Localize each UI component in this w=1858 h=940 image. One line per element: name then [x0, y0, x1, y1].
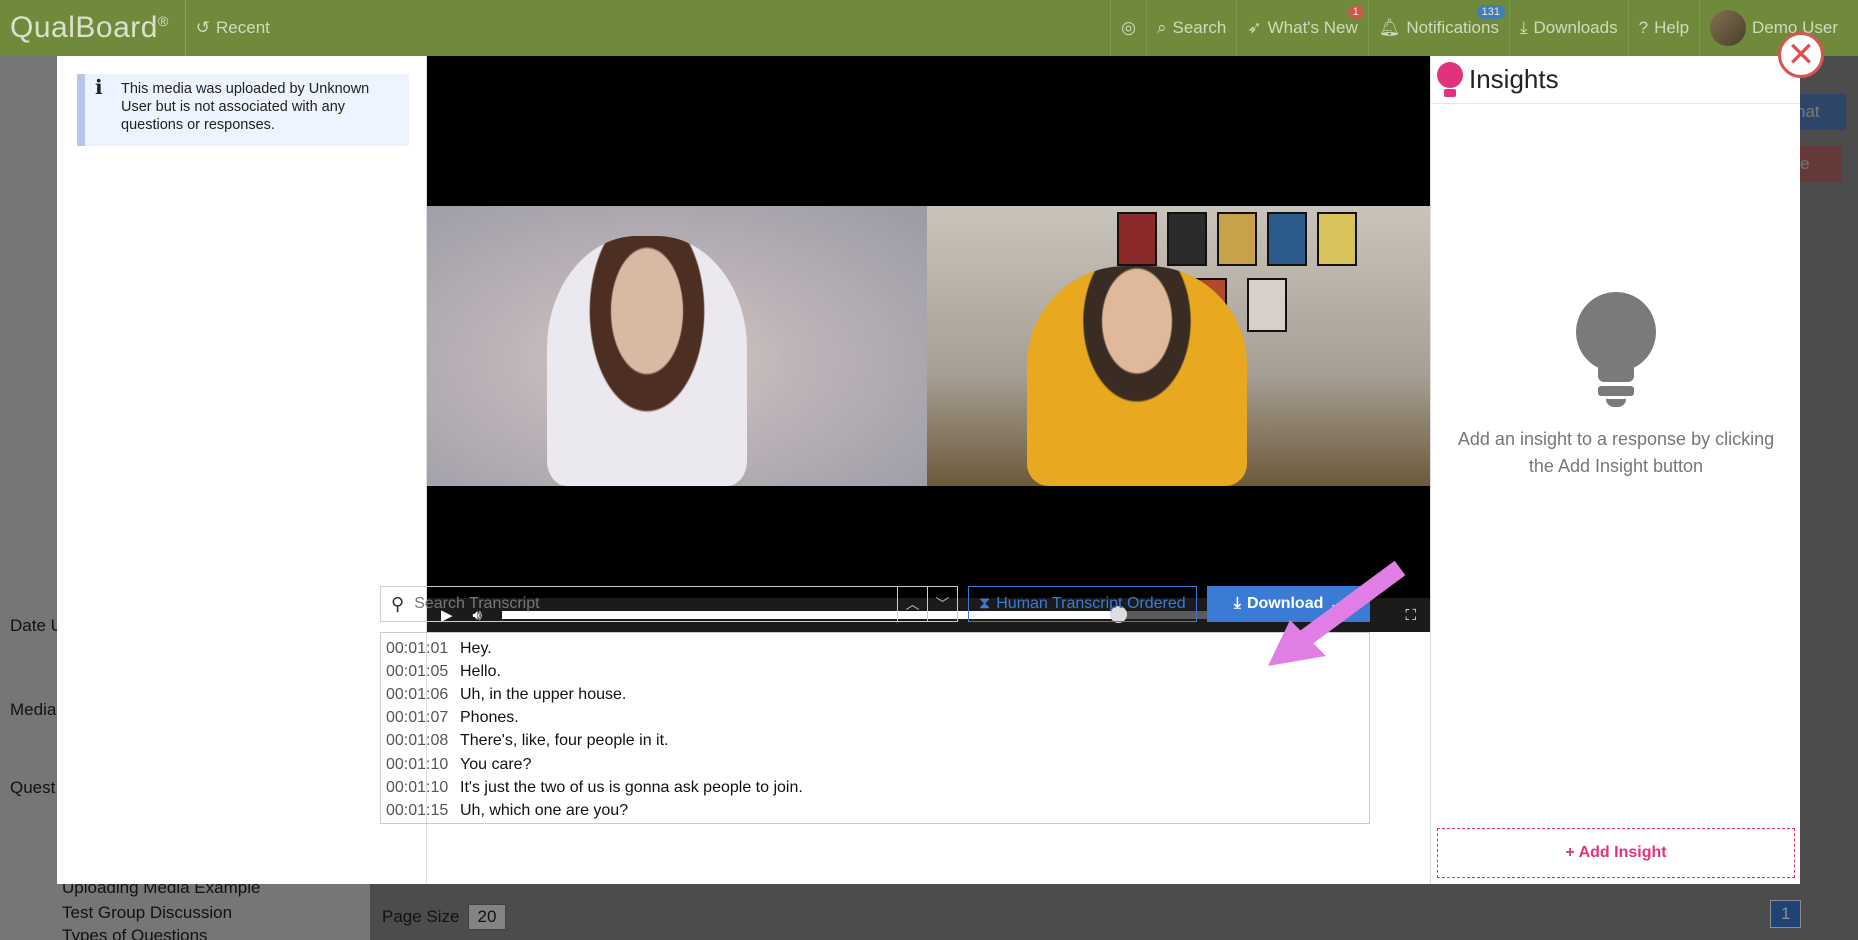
history-icon: ↺: [195, 18, 211, 37]
close-icon: ✕: [1786, 36, 1816, 74]
insights-empty-message: Add an insight to a response by clicking…: [1457, 429, 1775, 476]
transcript-row[interactable]: 00:01:07 Phones.: [386, 707, 1364, 730]
nav-downloads[interactable]: ⤓ Downloads: [1508, 0, 1628, 56]
top-navbar: QualBoard® ↺ Recent ◎ ⌕ Search ➶ What's New…: [0, 0, 1858, 56]
human-transcript-ordered-button[interactable]: ⧗ Human Transcript Ordered: [968, 586, 1197, 622]
transcript-row[interactable]: 00:01:15 Uh, which one are you?: [386, 799, 1364, 822]
nav-recent[interactable]: ↺ Recent: [184, 0, 280, 56]
lightbulb-icon: [1437, 61, 1463, 98]
video-participant-right: [927, 206, 1430, 486]
search-icon: ⚲: [391, 593, 405, 614]
hourglass-icon: ⧗: [979, 595, 991, 612]
transcript-row[interactable]: 00:01:05 Hello.: [386, 660, 1364, 683]
search-icon: ⌕: [1156, 18, 1167, 37]
lightbulb-icon: [1576, 292, 1656, 412]
transcript-row[interactable]: 00:01:01 Hey.: [386, 637, 1364, 660]
nav-search[interactable]: ⌕ Search: [1145, 0, 1236, 56]
annotation-arrow: [1268, 560, 1406, 666]
transcript-row[interactable]: 00:01:08 There's, like, four people in it…: [386, 730, 1364, 753]
transcript-row[interactable]: 00:01:10 It's just the two of us is gonna…: [386, 776, 1364, 799]
transcript-row[interactable]: 00:01:06 Uh, in the upper house.: [386, 683, 1364, 706]
help-icon: ?: [1638, 18, 1649, 37]
fingerprint-button[interactable]: ◎: [1110, 0, 1146, 56]
avatar: [1710, 10, 1747, 46]
transcript-toolbar: ⚲ Search Transcript ︿ ﹀ ⧗ Human Transcrip…: [380, 586, 1370, 622]
media-info-panel: ℹ This media was uploaded by Unknown Use…: [57, 56, 427, 884]
transcript-search: ⚲ Search Transcript ︿ ﹀: [380, 586, 958, 622]
add-insight-button[interactable]: + Add Insight: [1437, 828, 1795, 878]
video-player[interactable]: [427, 56, 1430, 632]
search-prev-button[interactable]: ︿: [897, 587, 927, 621]
transcript-row[interactable]: 00:01:10 You care?: [386, 753, 1364, 776]
video-participant-left: [427, 206, 927, 486]
insights-title: Insights: [1469, 64, 1559, 94]
transcript-search-input[interactable]: Search Transcript: [414, 595, 897, 613]
search-next-button[interactable]: ﹀: [927, 587, 957, 621]
nav-help[interactable]: ? Help: [1627, 0, 1699, 56]
rocket-icon: ➶: [1247, 18, 1262, 37]
info-icon: ℹ: [95, 75, 103, 99]
nav-whats-new[interactable]: ➶ What's New 1: [1236, 0, 1367, 56]
app-logo[interactable]: QualBoard®: [0, 11, 169, 45]
download-icon: ⤓: [1519, 18, 1528, 37]
nav-notifications[interactable]: 🔔︎ Notifications 131: [1367, 0, 1509, 56]
close-modal-button[interactable]: ✕: [1778, 32, 1824, 78]
insights-header: Insights: [1431, 56, 1800, 104]
bell-icon: 🔔︎: [1378, 18, 1401, 37]
fingerprint-icon: ◎: [1121, 18, 1136, 37]
whats-new-badge: 1: [1347, 5, 1364, 19]
media-notice: ℹ This media was uploaded by Unknown Use…: [77, 74, 409, 146]
transcript-list[interactable]: 00:01:01 Hey. 00:01:05 Hello. 00:01:06 Uh, …: [380, 632, 1370, 824]
download-icon: ⤓: [1233, 595, 1241, 612]
notifications-badge: 131: [1476, 5, 1505, 19]
insights-panel: Insights Add an insight to a response by…: [1430, 56, 1800, 884]
